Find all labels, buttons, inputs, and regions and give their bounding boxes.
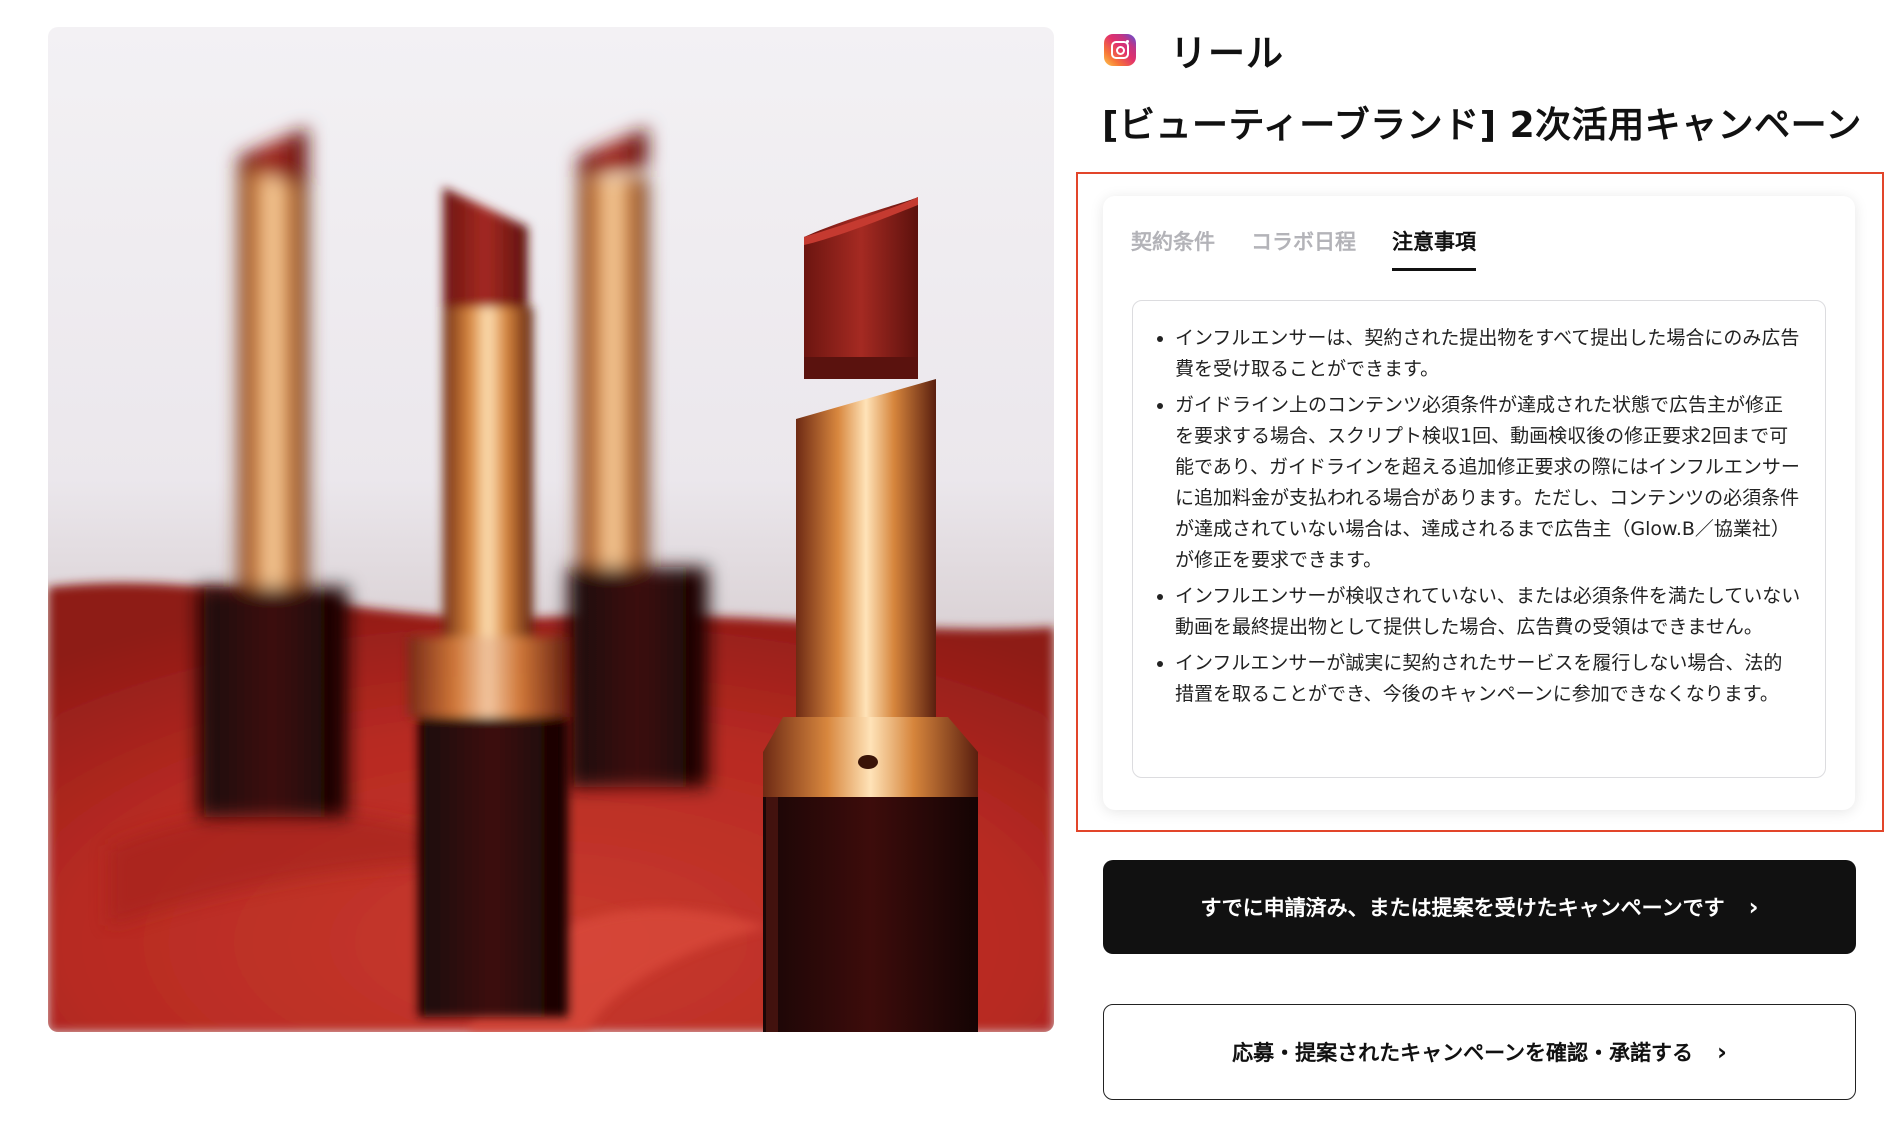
platform-row: リール	[1104, 28, 1284, 75]
note-item: インフルエンサーは、契約された提出物をすべて提出した場合にのみ広告費を受け取るこ…	[1175, 323, 1801, 385]
instagram-icon	[1104, 34, 1136, 66]
campaign-info-card: 契約条件 コラボ日程 注意事項 インフルエンサーは、契約された提出物をすべて提出…	[1103, 196, 1855, 810]
tab-collab-schedule[interactable]: コラボ日程	[1251, 226, 1356, 271]
notes-list: インフルエンサーは、契約された提出物をすべて提出した場合にのみ広告費を受け取るこ…	[1153, 323, 1801, 710]
tab-contract-terms[interactable]: 契約条件	[1131, 226, 1215, 271]
campaign-detail-page: リール [ビューティーブランド] 2次活用キャンペーン 契約条件 コラボ日程 注…	[0, 0, 1900, 1126]
already-applied-button[interactable]: すでに申請済み、または提案を受けたキャンペーンです ›	[1103, 860, 1856, 954]
campaign-title: [ビューティーブランド] 2次活用キャンペーン	[1102, 105, 1862, 146]
already-applied-label: すでに申請済み、または提案を受けたキャンペーンです	[1200, 896, 1725, 920]
product-image	[48, 27, 1054, 1032]
note-item: インフルエンサーが検収されていない、または必須条件を満たしていない動画を最終提出…	[1175, 581, 1801, 643]
chevron-right-icon: ›	[1748, 893, 1759, 921]
chevron-right-icon: ›	[1717, 1038, 1727, 1066]
confirm-accept-button[interactable]: 応募・提案されたキャンペーンを確認・承諾する ›	[1103, 1004, 1856, 1100]
note-item: インフルエンサーが誠実に契約されたサービスを履行しない場合、法的措置を取ることが…	[1175, 648, 1801, 710]
tab-bar: 契約条件 コラボ日程 注意事項	[1131, 226, 1476, 271]
notes-panel: インフルエンサーは、契約された提出物をすべて提出した場合にのみ広告費を受け取るこ…	[1132, 300, 1826, 778]
note-item: ガイドライン上のコンテンツ必須条件が達成された状態で広告主が修正を要求する場合、…	[1175, 390, 1801, 576]
tab-notes[interactable]: 注意事項	[1392, 226, 1476, 271]
platform-label: リール	[1170, 32, 1284, 75]
lipstick-photo	[48, 27, 1054, 1032]
confirm-accept-label: 応募・提案されたキャンペーンを確認・承諾する	[1232, 1041, 1694, 1065]
